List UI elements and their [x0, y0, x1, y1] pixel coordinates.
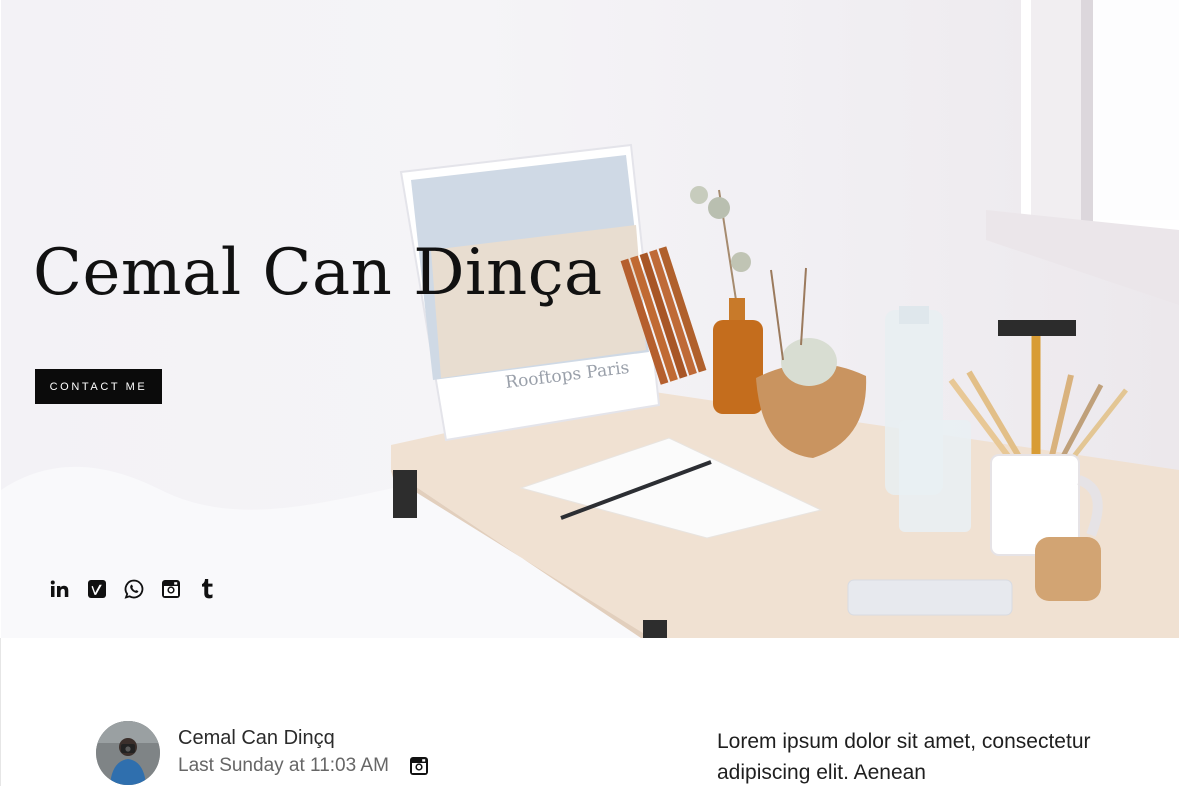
social-links: [49, 578, 219, 600]
instagram-icon[interactable]: [160, 578, 182, 600]
post-text: Lorem ipsum dolor sit amet, consectetur …: [717, 730, 1091, 784]
hero-section: Rooftops Paris Cemal Can Dinça CONTACT M…: [1, 0, 1179, 638]
instagram-icon[interactable]: [410, 757, 428, 775]
linkedin-icon[interactable]: [49, 578, 71, 600]
contact-me-button[interactable]: CONTACT ME: [35, 369, 162, 404]
vimeo-icon[interactable]: [86, 578, 108, 600]
hero-title: Cemal Can Dinça: [33, 236, 603, 310]
author-avatar[interactable]: [96, 721, 160, 785]
post-timestamp: Last Sunday at 11:03 AM: [178, 755, 389, 776]
hero-photo: Rooftops Paris: [1, 0, 1179, 638]
tumblr-icon[interactable]: [197, 578, 219, 600]
author-name[interactable]: Cemal Can Dinçq: [178, 727, 335, 750]
whatsapp-icon[interactable]: [123, 578, 145, 600]
